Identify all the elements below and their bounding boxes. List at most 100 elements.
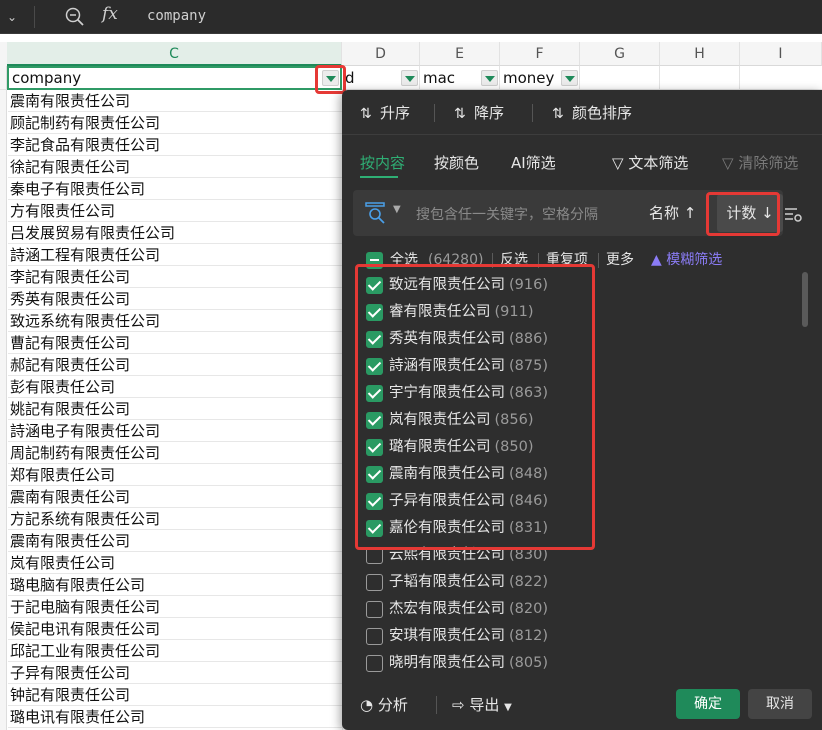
filter-dropdown-button-mac[interactable] <box>481 70 498 86</box>
header-cell-i[interactable] <box>740 66 822 90</box>
table-row[interactable]: 姚記有限责任公司 <box>8 398 342 420</box>
ai-logo-icon: ▲ <box>651 252 662 268</box>
filter-item-label: 晓明有限责任公司 <box>389 655 505 671</box>
search-mode-chevron-icon[interactable]: ▼ <box>393 204 401 215</box>
pie-chart-icon: ◔ <box>360 696 374 714</box>
formula-input[interactable]: company <box>147 8 206 24</box>
header-cell-h[interactable] <box>660 66 740 90</box>
fx-icon[interactable]: fx <box>102 4 118 24</box>
sort-ascending-button[interactable]: ⇅ 升序 <box>360 102 410 123</box>
table-row[interactable]: 子异有限责任公司 <box>8 662 342 684</box>
sort-by-name-button[interactable]: 名称 ↑ <box>649 202 696 223</box>
filter-item-count: (820) <box>509 601 548 617</box>
unchecked-checkbox-icon[interactable] <box>366 654 383 672</box>
table-row[interactable]: 震南有限责任公司 <box>8 90 342 112</box>
table-header-row: company d mac money <box>0 66 822 90</box>
column-header-h[interactable]: H <box>660 42 740 66</box>
table-row[interactable]: 璐电脑有限责任公司 <box>8 574 342 596</box>
column-header-f[interactable]: F <box>500 42 580 66</box>
filter-item-count: (805) <box>509 655 548 671</box>
column-header-e[interactable]: E <box>420 42 500 66</box>
export-button[interactable]: ⇨ 导出 ▼ <box>452 694 512 715</box>
table-row[interactable]: 震南有限责任公司 <box>8 530 342 552</box>
search-icon[interactable] <box>365 202 387 224</box>
tab-by-content[interactable]: 按内容 <box>360 152 405 173</box>
toolbar-gap <box>0 34 822 42</box>
table-row[interactable]: 周記制药有限责任公司 <box>8 442 342 464</box>
search-input[interactable]: 搜包含任一关键字，空格分隔 <box>416 204 598 224</box>
table-row[interactable]: 詩涵工程有限责任公司 <box>8 244 342 266</box>
table-row[interactable]: 震南有限责任公司 <box>8 486 342 508</box>
table-row[interactable]: 璐电讯有限责任公司 <box>8 706 342 728</box>
unchecked-checkbox-icon[interactable] <box>366 627 383 645</box>
unchecked-checkbox-icon[interactable] <box>366 600 383 618</box>
analyze-label: 分析 <box>377 696 408 714</box>
table-row[interactable]: 致远系统有限责任公司 <box>8 310 342 332</box>
column-header-i[interactable]: I <box>740 42 822 66</box>
table-row[interactable]: 李記食品有限责任公司 <box>8 134 342 156</box>
filter-item-count: (812) <box>509 628 548 644</box>
tab-by-color[interactable]: 按颜色 <box>434 152 479 173</box>
zoom-icon[interactable] <box>64 6 86 28</box>
column-header-g[interactable]: G <box>580 42 660 66</box>
unchecked-checkbox-icon[interactable] <box>366 573 383 591</box>
filter-list-item[interactable]: 晓明有限责任公司 (805) <box>366 650 796 677</box>
filter-dropdown-button-money[interactable] <box>561 70 578 86</box>
chevron-down-icon: ▼ <box>504 702 512 713</box>
column-header-d[interactable]: D <box>342 42 420 66</box>
table-row[interactable]: 钟記有限责任公司 <box>8 684 342 706</box>
cancel-button[interactable]: 取消 <box>748 689 812 719</box>
tab-ai-filter[interactable]: AI筛选 <box>511 152 556 173</box>
filter-dropdown-button-d[interactable] <box>401 70 418 86</box>
fuzzy-filter-label: 模糊筛选 <box>666 252 723 268</box>
table-row[interactable]: 方記系统有限责任公司 <box>8 508 342 530</box>
row-number-strip <box>0 66 7 730</box>
filter-tabs: 按内容 按颜色 AI筛选 ▽ 文本筛选 ▽ 清除筛选 <box>342 148 822 180</box>
table-row[interactable]: 曹記有限责任公司 <box>8 332 342 354</box>
formula-bar-divider <box>34 6 35 28</box>
company-column-cells: 震南有限责任公司 顾記制药有限责任公司 李記食品有限责任公司 徐記有限责任公司 … <box>8 90 342 728</box>
table-row[interactable]: 郑有限责任公司 <box>8 464 342 486</box>
header-cell-g[interactable] <box>580 66 660 90</box>
formula-bar: ⌄ fx company <box>0 0 822 34</box>
text-filter-button[interactable]: ▽ 文本筛选 <box>612 152 688 173</box>
name-box-dropdown-icon[interactable]: ⌄ <box>0 0 24 34</box>
filter-panel: ⇅ 升序 ⇅ 降序 ⇅ 颜色排序 按内容 按颜色 AI筛选 ▽ 文本筛选 ▽ 清除筛选 <box>342 90 822 730</box>
sort-divider <box>434 104 435 122</box>
confirm-button[interactable]: 确定 <box>676 689 740 719</box>
table-row[interactable]: 吕发展贸易有限责任公司 <box>8 222 342 244</box>
clear-funnel-icon: ▽ <box>722 154 734 172</box>
clear-filter-button[interactable]: ▽ 清除筛选 <box>722 152 798 173</box>
table-row[interactable]: 郝記有限责任公司 <box>8 354 342 376</box>
filter-list-item[interactable]: 子韬有限责任公司 (822) <box>366 569 796 596</box>
list-scrollbar[interactable] <box>802 272 808 327</box>
table-row[interactable]: 秦电子有限责任公司 <box>8 178 342 200</box>
highlight-checked-items <box>355 264 595 550</box>
list-settings-icon[interactable] <box>783 204 803 224</box>
fuzzy-filter-button[interactable]: ▲ 模糊筛选 <box>651 250 722 270</box>
sort-by-color-button[interactable]: ⇅ 颜色排序 <box>552 102 632 123</box>
table-row[interactable]: 方有限责任公司 <box>8 200 342 222</box>
sort-descending-button[interactable]: ⇅ 降序 <box>454 102 504 123</box>
analyze-button[interactable]: ◔ 分析 <box>360 694 408 715</box>
filter-list-item[interactable]: 杰宏有限责任公司 (820) <box>366 596 796 623</box>
table-row[interactable]: 詩涵电子有限责任公司 <box>8 420 342 442</box>
more-button[interactable]: 更多 <box>606 250 634 270</box>
table-row[interactable]: 侯記电讯有限责任公司 <box>8 618 342 640</box>
filter-item-label: 安琪有限责任公司 <box>389 628 505 644</box>
sort-color-icon: ⇅ <box>552 106 564 122</box>
sort-descending-label: 降序 <box>474 104 505 122</box>
filter-list-item[interactable]: 安琪有限责任公司 (812) <box>366 623 796 650</box>
table-row[interactable]: 秀英有限责任公司 <box>8 288 342 310</box>
header-cell-company[interactable]: company <box>7 66 342 90</box>
table-row[interactable]: 彭有限责任公司 <box>8 376 342 398</box>
sort-descending-icon: ⇅ <box>454 106 466 122</box>
funnel-icon: ▽ <box>612 154 624 172</box>
table-row[interactable]: 李記有限责任公司 <box>8 266 342 288</box>
table-row[interactable]: 顾記制药有限责任公司 <box>8 112 342 134</box>
table-row[interactable]: 徐記有限责任公司 <box>8 156 342 178</box>
table-row[interactable]: 于記电脑有限责任公司 <box>8 596 342 618</box>
table-row[interactable]: 岚有限责任公司 <box>8 552 342 574</box>
table-row[interactable]: 邱記工业有限责任公司 <box>8 640 342 662</box>
column-header-c[interactable]: C <box>7 42 342 66</box>
